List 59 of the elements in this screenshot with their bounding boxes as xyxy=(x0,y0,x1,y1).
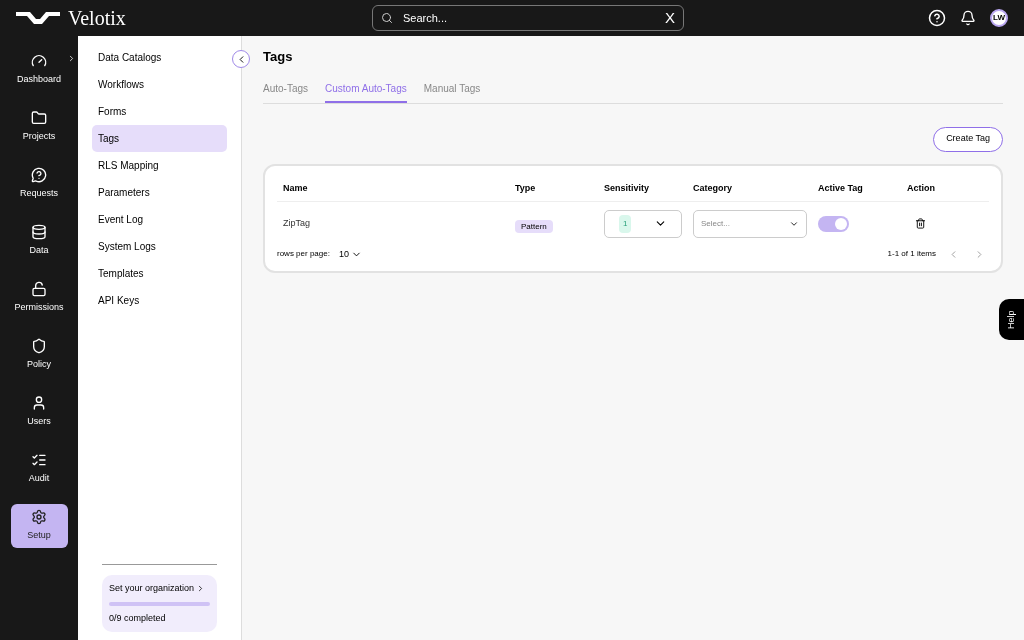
nav-item[interactable]: Requests xyxy=(10,162,68,206)
help-tab[interactable]: Help xyxy=(999,299,1024,340)
type-tag: Pattern xyxy=(515,219,553,233)
submenu-item[interactable]: Workflows xyxy=(92,71,227,98)
delete-icon[interactable] xyxy=(915,218,926,229)
tab[interactable]: Manual Tags xyxy=(423,80,481,103)
collapse-button[interactable] xyxy=(232,50,250,68)
submenu-item[interactable]: API Keys xyxy=(92,287,227,314)
folder-icon xyxy=(31,110,47,127)
rows-per-page-label: rows per page: xyxy=(277,248,330,261)
user-icon xyxy=(31,395,47,412)
rows-per-page-select[interactable]: 10 xyxy=(338,247,362,261)
nav-item[interactable]: Data xyxy=(10,219,68,263)
submenu-item[interactable]: Tags xyxy=(92,125,227,152)
submenu-item[interactable]: Forms xyxy=(92,98,227,125)
logo-icon xyxy=(16,12,60,24)
pagination-summary: 1-1 of 1 items xyxy=(887,248,936,261)
clear-button[interactable]: X xyxy=(665,6,675,30)
nav-item[interactable]: Permissions xyxy=(10,276,68,320)
submenu-item[interactable]: Templates xyxy=(92,260,227,287)
submenu-item[interactable]: Parameters xyxy=(92,179,227,206)
nav-item[interactable]: Projects xyxy=(10,105,68,149)
submenu-item[interactable]: System Logs xyxy=(92,233,227,260)
nav-item[interactable]: Setup xyxy=(10,504,68,548)
next-page-icon[interactable] xyxy=(974,248,985,260)
tab[interactable]: Custom Auto-Tags xyxy=(325,80,407,103)
column-header: Active Tag xyxy=(818,182,864,196)
column-header: Name xyxy=(283,182,309,196)
onboarding-card[interactable]: Set your organization 0/9 completed xyxy=(102,575,217,632)
help-icon[interactable] xyxy=(928,9,946,27)
submenu-item[interactable]: RLS Mapping xyxy=(92,152,227,179)
table-cell-text: ZipTag xyxy=(283,216,311,230)
notification-bell-icon[interactable] xyxy=(960,10,976,26)
nav-item[interactable]: Policy xyxy=(10,333,68,377)
toggle-switch[interactable] xyxy=(818,215,849,232)
create-tag-button[interactable]: Create Tag xyxy=(933,126,1003,152)
progress-text: 0/9 completed xyxy=(109,611,167,625)
onboarding-title: Set your organization xyxy=(109,582,210,596)
category-select[interactable]: Select... xyxy=(693,209,807,238)
nav-item[interactable]: Dashboard xyxy=(10,48,68,92)
column-header: Sensitivity xyxy=(604,182,651,196)
search-icon xyxy=(381,12,393,24)
nav-item[interactable]: Users xyxy=(10,390,68,434)
submenu-item[interactable]: Data Catalogs xyxy=(92,44,227,71)
column-header: Action xyxy=(907,182,936,196)
brand-name: Velotix xyxy=(68,6,126,31)
padlock-icon xyxy=(31,281,47,298)
question-bubble-icon xyxy=(31,167,47,184)
column-header: Type xyxy=(515,182,537,196)
database-icon xyxy=(31,224,47,241)
user-avatar[interactable]: LW xyxy=(990,9,1008,27)
search-field[interactable]: Search... X xyxy=(372,5,684,31)
column-header: Category xyxy=(693,182,733,196)
page-title: Tags xyxy=(263,48,294,66)
shield-icon xyxy=(31,338,47,355)
tab[interactable]: Auto-Tags xyxy=(263,80,309,103)
settings-icon xyxy=(31,509,47,526)
nav-item[interactable]: Audit xyxy=(10,447,68,491)
submenu-item[interactable]: Event Log xyxy=(92,206,227,233)
